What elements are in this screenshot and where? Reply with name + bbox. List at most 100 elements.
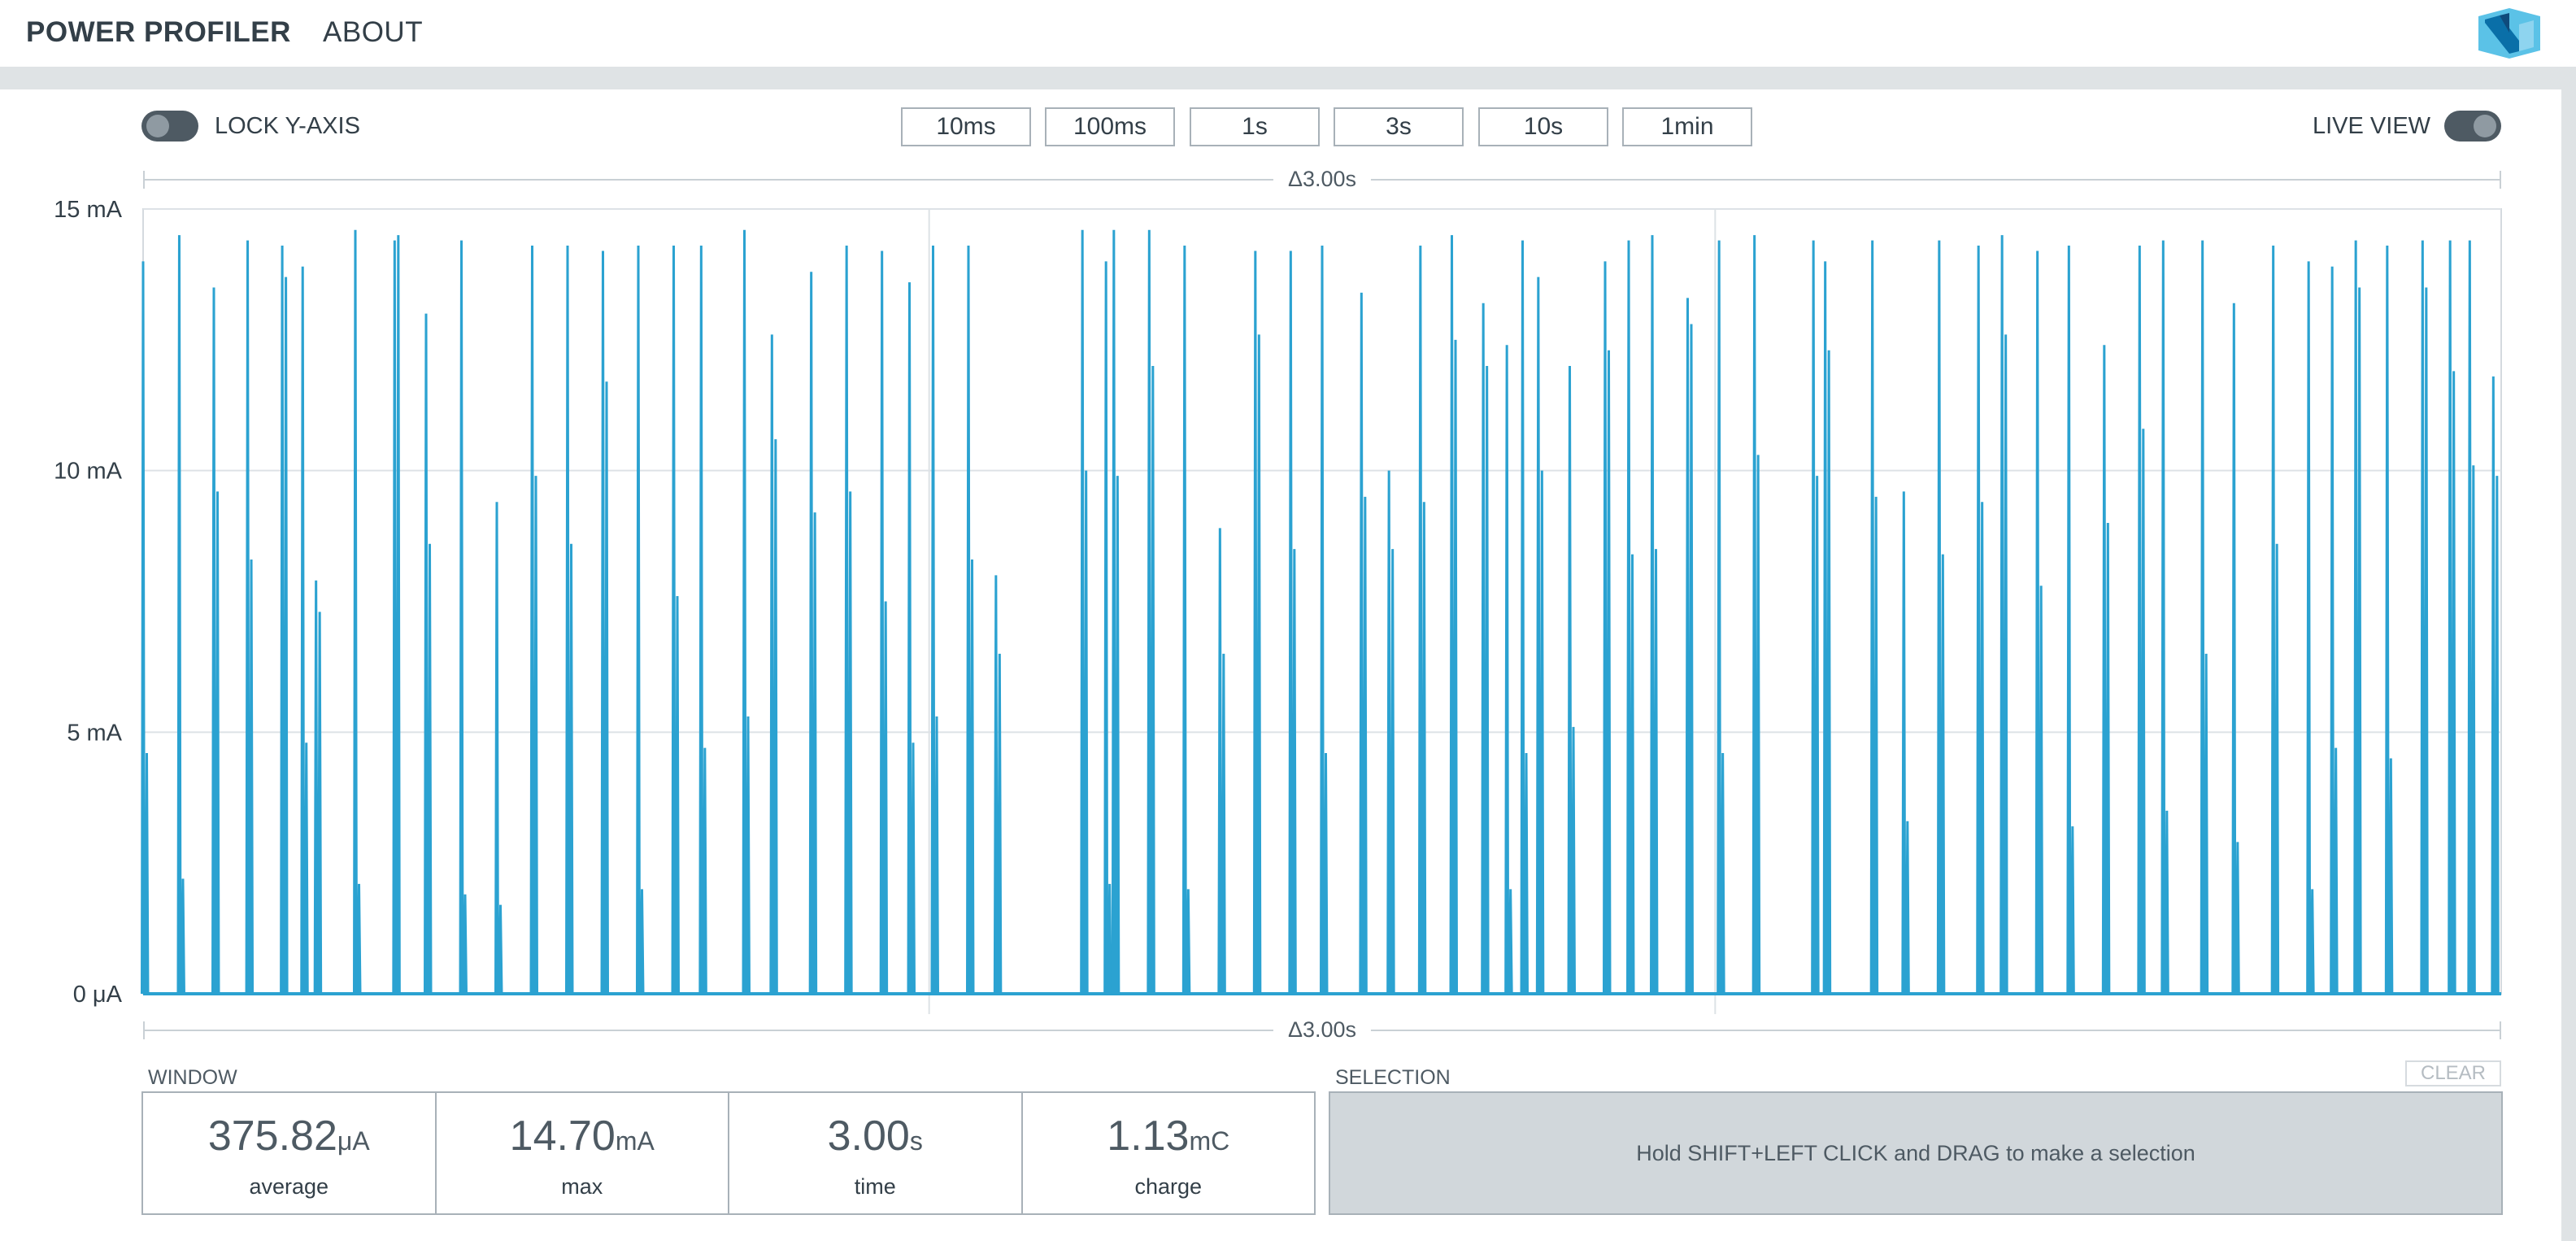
current-spike [529,246,538,995]
stat-caption: average [249,1174,329,1199]
current-spike [1147,229,1155,995]
current-spike [1520,240,1529,995]
current-spike [1217,528,1226,995]
stat-unit: mA [615,1126,655,1156]
current-spike [1359,292,1368,995]
current-spike [2101,345,2111,995]
stat-value: 3.00 [827,1113,910,1160]
current-spike [1417,246,1427,995]
current-spike [2137,246,2146,995]
stat-value: 14.70 [509,1113,616,1160]
current-spike [671,246,680,995]
current-spike [300,266,309,995]
y-tick-label: 5 mA [67,720,122,746]
current-spike [1811,240,1820,995]
selection-section-label: SELECTION [1335,1066,1451,1089]
current-spike [1111,229,1120,995]
current-spike [392,235,401,995]
selection-hint: Hold SHIFT+LEFT CLICK and DRAG to make a… [1636,1140,2195,1165]
current-spike [2306,261,2315,995]
stat-caption: charge [1134,1174,1203,1199]
current-spike [1999,235,2008,995]
current-spike [844,246,853,995]
current-spike [930,246,939,995]
current-spike [176,235,185,995]
current-spike [211,287,220,995]
current-spike [600,250,609,995]
current-spike [2231,303,2240,995]
current-spike [2491,376,2500,995]
current-spike [1936,240,1946,995]
selection-area[interactable]: Hold SHIFT+LEFT CLICK and DRAG to make a… [1329,1091,2503,1215]
current-spike [459,240,468,995]
current-spike [1650,235,1659,995]
current-spike [2200,240,2209,995]
current-spike [808,272,818,995]
current-spike [1320,246,1329,995]
current-spike [494,502,503,995]
window-section-label: WINDOW [148,1066,237,1089]
current-spike [2353,240,2362,995]
current-spike [2270,246,2280,995]
current-spike [1901,491,1910,995]
current-spike [1535,277,1545,995]
stat-max: 14.70mA max [437,1093,729,1213]
current-spike [698,246,707,995]
current-spike [2034,250,2044,995]
y-tick-label: 10 mA [54,459,122,485]
y-tick-label: 15 mA [54,197,122,223]
stat-caption: time [854,1174,896,1199]
current-spike [1751,235,1761,995]
current-spike [1626,240,1635,995]
current-spike [1567,365,1576,995]
current-spike [993,575,1003,995]
current-spike [2467,240,2476,995]
stat-unit: μA [337,1126,370,1156]
current-spike [2330,266,2339,995]
current-spike [1252,250,1262,995]
y-tick-label: 0 μA [73,982,123,1008]
current-spike [769,334,778,995]
delta-time-label: Δ3.00s [1273,1015,1372,1044]
current-spike [879,250,889,995]
current-spike [1869,240,1879,995]
current-spike [1080,229,1089,995]
stat-caption: max [561,1174,603,1199]
current-spike [2448,240,2456,995]
current-spike [1717,240,1725,995]
stat-average: 375.82μA average [143,1093,437,1213]
current-spike [742,229,751,995]
current-spike [2160,240,2169,995]
current-spike [1103,261,1112,995]
current-spike [1976,246,1985,995]
current-chart[interactable]: 15 mA 10 mA 5 mA 0 μA [0,0,2576,1057]
current-spike [424,313,433,995]
current-spike [280,246,289,995]
current-spike [2420,240,2429,995]
current-spike [245,240,255,995]
stat-value: 1.13 [1107,1113,1190,1160]
current-spike [1504,345,1513,995]
stat-unit: mC [1189,1126,1230,1156]
current-spike [141,261,150,995]
current-spike [1386,470,1395,995]
current-spike [313,580,323,995]
stat-charge: 1.13mC charge [1023,1093,1315,1213]
stat-value: 375.82 [207,1113,337,1160]
clear-selection-button[interactable]: CLEAR [2405,1060,2501,1086]
current-spike [1481,303,1490,995]
current-spike [1603,261,1612,995]
current-spike [1449,235,1458,995]
current-spike [907,282,916,995]
current-spike [966,246,975,995]
window-stats: 375.82μA average 14.70mA max 3.00s time … [141,1091,1316,1215]
current-spike [1288,250,1297,995]
current-spike [565,246,574,995]
time-span-ruler-bottom: Δ3.00s [143,1015,2501,1044]
current-spike [1685,298,1694,995]
stat-unit: s [909,1126,923,1156]
stat-time: 3.00s time [729,1093,1023,1213]
current-spike [636,246,645,995]
current-spike [1822,261,1832,995]
current-spike [1181,246,1191,995]
